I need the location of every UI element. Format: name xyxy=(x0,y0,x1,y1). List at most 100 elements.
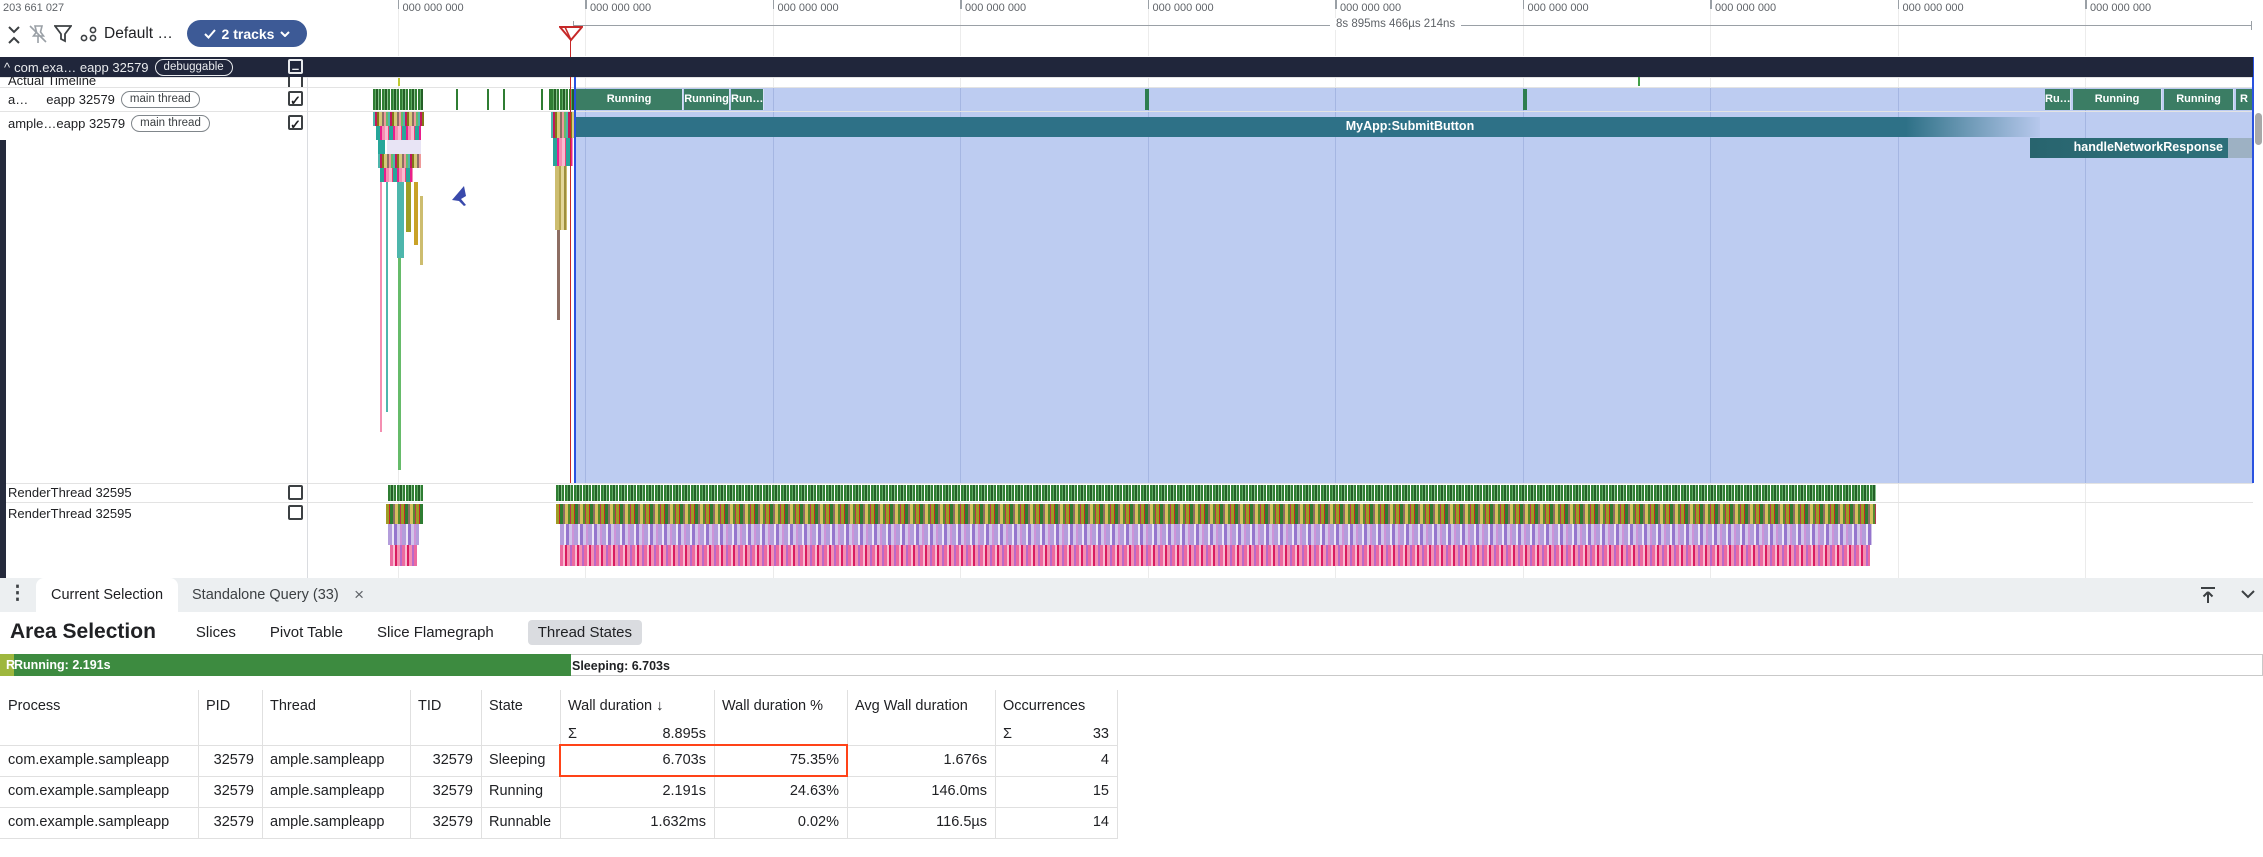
renderthread-slices-depth0[interactable] xyxy=(386,504,423,524)
flame-slice[interactable] xyxy=(414,182,418,245)
group-checkbox[interactable]: – xyxy=(288,59,303,74)
tab-current-selection[interactable]: Current Selection xyxy=(36,578,178,612)
track-chip-main-thread: main thread xyxy=(121,91,200,108)
column-separator xyxy=(262,690,263,839)
tab-standalone-query[interactable]: Standalone Query (33) × xyxy=(178,578,374,612)
view-tab-slices[interactable]: Slices xyxy=(196,624,236,641)
flame-slice[interactable] xyxy=(387,140,421,154)
track-checkbox-checked[interactable]: ✓ xyxy=(288,115,303,130)
area-selection-overlay[interactable] xyxy=(575,87,2253,483)
slice[interactable] xyxy=(1638,77,1640,86)
flame-slice[interactable] xyxy=(397,182,404,258)
workspace-name[interactable]: Default … xyxy=(104,25,173,43)
flame-slice[interactable] xyxy=(380,182,382,432)
track-checkbox-checked[interactable]: ✓ xyxy=(288,91,303,106)
column-header-wall-duration--[interactable]: Wall duration % xyxy=(722,698,839,714)
selection-right-edge[interactable] xyxy=(2252,57,2255,483)
column-header-thread[interactable]: Thread xyxy=(270,698,402,714)
summary-segment-2[interactable]: Sleeping: 6.703s xyxy=(565,654,2263,676)
selection-left-edge[interactable] xyxy=(574,57,577,483)
flame-slice[interactable] xyxy=(386,182,388,412)
workspace-icon[interactable] xyxy=(80,26,98,42)
renderthread-slices-depth2[interactable] xyxy=(560,545,1870,566)
thread-state-slice[interactable] xyxy=(1523,89,1527,110)
table-cell: 32579 xyxy=(418,752,473,768)
summary-segment-1[interactable]: Running: 2.191s xyxy=(8,654,571,676)
summary-segment-0[interactable]: R xyxy=(0,654,14,676)
flame-slice[interactable] xyxy=(551,112,575,138)
flame-slice[interactable] xyxy=(378,140,385,154)
slice-handlenetworkresponse-endcap xyxy=(2228,138,2253,158)
thread-state-running-slice[interactable]: Running xyxy=(684,89,730,110)
thread-state-dense-slices[interactable] xyxy=(373,89,423,110)
column-header-state[interactable]: State xyxy=(489,698,552,714)
cursor-arrow xyxy=(450,186,466,206)
flame-slice[interactable] xyxy=(380,168,413,182)
column-header-pid[interactable]: PID xyxy=(206,698,254,714)
thread-state-slice[interactable] xyxy=(1145,89,1149,110)
flame-slice[interactable] xyxy=(378,154,421,168)
renderthread-slices-depth0[interactable] xyxy=(556,504,1876,524)
group-caret-icon[interactable]: ^ xyxy=(4,60,10,75)
flame-slice[interactable] xyxy=(373,112,424,126)
renderthread-state-slices[interactable] xyxy=(388,485,423,501)
thread-state-running-slice[interactable]: Running xyxy=(576,89,683,110)
table-cell: Sleeping xyxy=(489,752,552,768)
pin-off-icon[interactable] xyxy=(28,24,48,44)
flame-slice[interactable] xyxy=(398,258,401,470)
collapse-icon[interactable] xyxy=(6,26,22,44)
ruler-tick xyxy=(398,0,400,9)
timeline-area[interactable]: 000 000 000000 000 000000 000 000000 000… xyxy=(0,0,2263,578)
kebab-menu-icon[interactable]: ⋮ xyxy=(8,582,27,605)
view-tab-pivot-table[interactable]: Pivot Table xyxy=(270,624,343,641)
flame-slice[interactable] xyxy=(555,166,567,230)
process-group-header[interactable]: ^com.exa… eapp 32579debuggable– xyxy=(0,57,2253,77)
renderthread-slices-depth2[interactable] xyxy=(390,545,417,566)
renderthread-slices-depth1[interactable] xyxy=(388,524,419,545)
flame-slice[interactable] xyxy=(406,182,411,232)
table-row[interactable]: com.example.sampleapp32579ample.sampleap… xyxy=(0,776,1117,807)
column-header-avg-wall-duration[interactable]: Avg Wall duration xyxy=(855,698,987,714)
table-cell: 116.5µs xyxy=(855,814,987,830)
track-renderthread-2-shell[interactable]: RenderThread 32595 xyxy=(0,502,307,524)
filter-icon[interactable] xyxy=(54,25,72,43)
panel-chevron-down-icon[interactable] xyxy=(2240,589,2256,599)
track-checkbox[interactable] xyxy=(288,77,303,87)
close-icon[interactable]: × xyxy=(348,585,370,605)
track-checkbox[interactable] xyxy=(288,485,303,500)
thread-state-running-slice[interactable]: Running xyxy=(2073,89,2162,110)
view-tab-slice-flamegraph[interactable]: Slice Flamegraph xyxy=(377,624,494,641)
view-tab-thread-states[interactable]: Thread States xyxy=(528,620,642,645)
slice[interactable] xyxy=(398,78,400,86)
track-renderthread-1-shell[interactable]: RenderThread 32595 xyxy=(0,483,307,502)
thread-state-slice[interactable] xyxy=(456,89,458,110)
thread-state-running-slice[interactable]: R xyxy=(2236,89,2253,110)
thread-state-running-slice[interactable]: Ru… xyxy=(2045,89,2071,110)
thread-state-running-slice[interactable]: Run… xyxy=(731,89,764,110)
panel-expand-icon[interactable] xyxy=(2198,585,2218,605)
thread-state-slice[interactable] xyxy=(541,89,543,110)
table-row[interactable]: com.example.sampleapp32579ample.sampleap… xyxy=(0,807,1117,838)
column-header-tid[interactable]: TID xyxy=(418,698,473,714)
gridline xyxy=(773,87,774,483)
flag-marker-icon[interactable] xyxy=(559,26,583,42)
column-header-process[interactable]: Process xyxy=(8,698,190,714)
flame-slice[interactable] xyxy=(557,230,560,320)
thread-state-running-slice[interactable]: Running xyxy=(2164,89,2234,110)
tracks-count-button[interactable]: 2 tracks xyxy=(187,20,307,47)
column-header-occurrences[interactable]: Occurrences xyxy=(1003,698,1109,714)
renderthread-slices-depth1[interactable] xyxy=(560,524,1872,545)
renderthread-state-slices[interactable] xyxy=(556,485,1876,501)
flame-slice[interactable] xyxy=(376,126,421,140)
thread-state-slice[interactable] xyxy=(487,89,489,110)
thread-state-slice[interactable] xyxy=(503,89,505,110)
track-thread-ample-shell[interactable]: ample…eapp 32579main thread xyxy=(0,111,307,135)
track-thread-a-shell[interactable]: a…eapp 32579main thread xyxy=(0,87,307,111)
ruler-tick-label: 000 000 000 xyxy=(403,2,464,14)
column-header-wall-duration[interactable]: Wall duration ↓ xyxy=(568,698,706,714)
track-actual-timeline[interactable]: Actual Timeline xyxy=(0,77,2253,87)
track-checkbox[interactable] xyxy=(288,505,303,520)
vertical-scrollbar-thumb[interactable] xyxy=(2255,113,2262,145)
state-summary-bar[interactable]: RRunning: 2.191sSleeping: 6.703s xyxy=(0,654,2263,676)
flame-slice[interactable] xyxy=(420,196,423,265)
